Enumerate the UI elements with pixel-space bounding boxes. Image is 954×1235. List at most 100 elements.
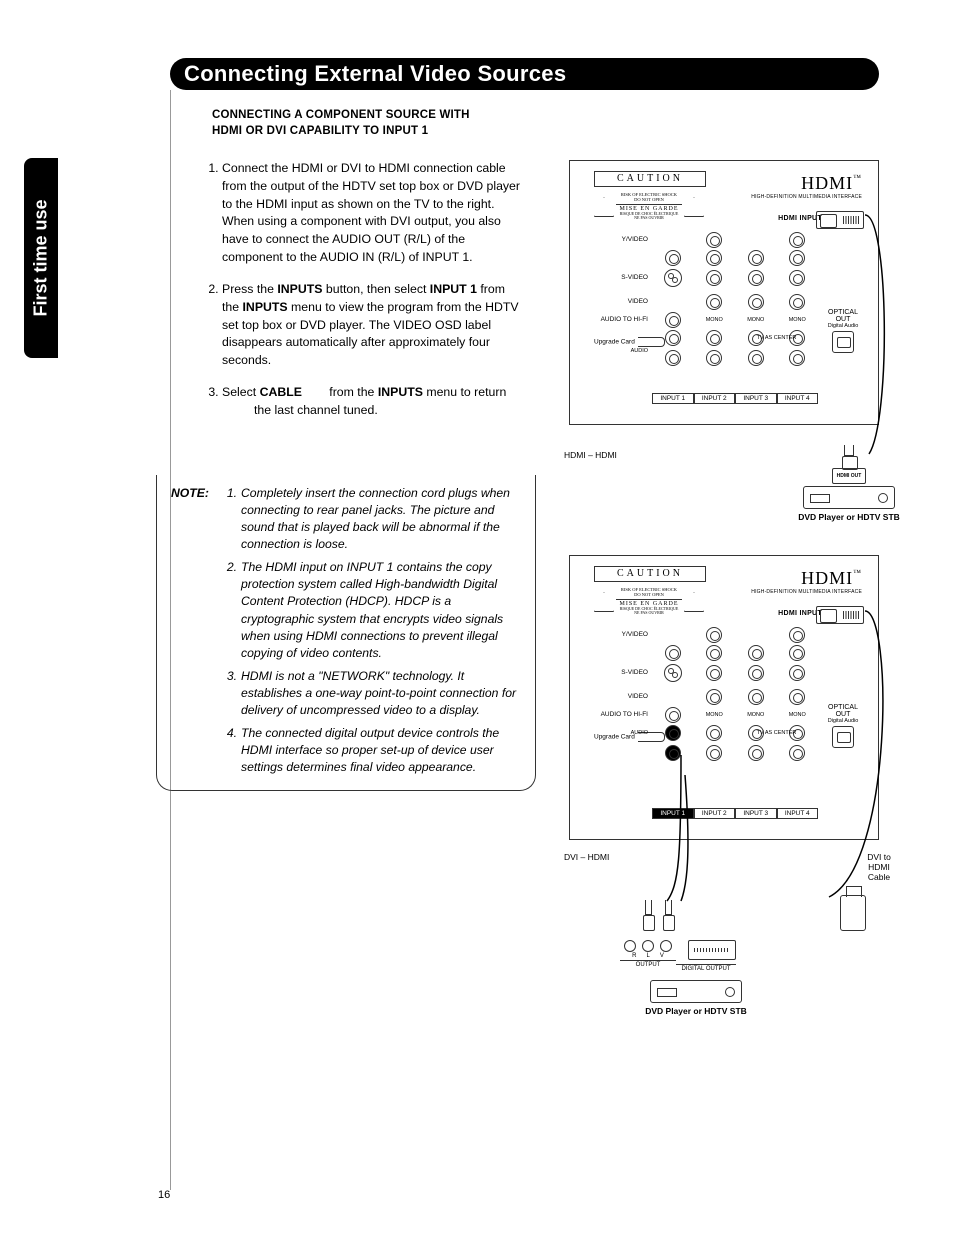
jack-icon	[748, 294, 764, 310]
jack-icon	[665, 645, 681, 661]
row-label: AUDIO TO HI-FI	[601, 316, 652, 323]
jack-icon	[789, 270, 805, 286]
jack-icon	[706, 250, 722, 266]
warning-row: RISK OF ELECTRIC SHOCK DO NOT OPEN MISE …	[594, 582, 704, 622]
optical-out: OPTICAL OUT Digital Audio	[822, 704, 864, 748]
step-text: the last channel tuned.	[222, 402, 520, 420]
rca-r-label: R	[632, 953, 636, 959]
dvd-player-icon	[650, 980, 742, 1003]
mono-label: MONO	[694, 712, 736, 718]
jack-icon	[665, 725, 681, 741]
dvi-plug	[840, 895, 866, 931]
step-text: from the	[326, 385, 378, 399]
mono-label: MONO	[735, 317, 777, 323]
upgrade-card-label: Upgrade Card	[594, 734, 635, 741]
step-text: Press the	[222, 282, 277, 296]
hdmi-out-port: HDMI OUT	[832, 468, 866, 484]
jack-icon	[706, 350, 722, 366]
note-text: The HDMI input on INPUT 1 contains the c…	[241, 553, 521, 661]
step-bold: CABLE	[260, 385, 302, 399]
warn-line: DO NOT OPEN	[616, 593, 682, 598]
step-text: menu to return	[423, 385, 506, 399]
device-label: DVD Player or HDTV STB	[794, 512, 904, 522]
optical-port-icon	[832, 726, 854, 748]
step-text: button, then select	[322, 282, 429, 296]
step-text: Select	[222, 385, 260, 399]
jack-icon	[789, 250, 805, 266]
hdmi-logo-text: HDMI	[801, 173, 853, 193]
jack-grid: Y/VIDEO S-VIDEO VIDEO AU	[652, 231, 818, 406]
rca-jack-icon	[624, 940, 636, 952]
optical-out: OPTICAL OUT Digital Audio	[822, 309, 864, 353]
page-title-bar: Connecting External Video Sources	[170, 58, 879, 90]
jack-icon	[706, 645, 722, 661]
note-box: NOTE: 1. Completely insert the connectio…	[156, 475, 536, 791]
rca-v-label: V	[660, 953, 664, 959]
input-col-label: INPUT 3	[735, 393, 777, 404]
shock-triangle-icon	[594, 197, 614, 217]
note-text: Completely insert the connection cord pl…	[241, 485, 521, 553]
jack-icon	[789, 350, 805, 366]
input-column-labels: INPUT 1 INPUT 2 INPUT 3 INPUT 4	[652, 808, 818, 819]
optical-out-label: OPTICAL OUT	[822, 309, 864, 323]
jack-icon	[748, 250, 764, 266]
hdmi-port-icon	[816, 606, 864, 624]
device-top: HDMI OUT DVD Player or HDTV STB	[794, 445, 904, 522]
jack-icon	[665, 745, 681, 761]
connection-type-label: DVI – HDMI	[564, 852, 609, 862]
note-text: The connected digital output device cont…	[241, 719, 521, 776]
step-bold: INPUTS	[243, 300, 288, 314]
note-number: 2.	[223, 553, 237, 661]
warn-line: NE PAS OUVRIR	[616, 611, 682, 615]
hdmi-logo: HDMI™	[801, 173, 862, 194]
exclaim-triangle-icon	[684, 197, 704, 217]
input-col-label: INPUT 1	[652, 393, 694, 404]
input-col-label: INPUT 2	[694, 393, 736, 404]
step-1: Connect the HDMI or DVI to HDMI connecti…	[222, 160, 520, 267]
jack-icon	[789, 725, 805, 741]
jack-icon	[665, 707, 681, 723]
jack-icon	[789, 330, 805, 346]
optical-port-icon	[832, 331, 854, 353]
jack-icon	[789, 627, 805, 643]
note-text: HDMI is not a "NETWORK" technology. It e…	[241, 662, 521, 719]
cable-label-text: DVI to HDMI Cable	[859, 852, 899, 883]
jack-icon	[706, 627, 722, 643]
warn-line: DO NOT OPEN	[616, 198, 682, 203]
page-number: 16	[158, 1189, 170, 1201]
upgrade-card-label: Upgrade Card	[594, 339, 635, 346]
rca-l-label: L	[646, 953, 649, 959]
row-label: AUDIO	[631, 348, 652, 354]
jack-icon	[789, 689, 805, 705]
jack-icon	[665, 330, 681, 346]
svideo-jack-icon	[664, 664, 682, 682]
section-tab-label: First time use	[31, 199, 52, 316]
step-bold: INPUTS	[277, 282, 322, 296]
caution-label: CAUTION	[594, 566, 706, 582]
rca-jack-icon	[642, 940, 654, 952]
hdmi-port-icon	[816, 211, 864, 229]
sub-heading: CONNECTING A COMPONENT SOURCE WITH HDMI …	[212, 108, 470, 139]
input-col-label: INPUT 4	[777, 808, 819, 819]
jack-icon	[789, 232, 805, 248]
rca-output-label: OUTPUT	[620, 960, 676, 968]
note-label: NOTE:	[171, 486, 209, 500]
jack-grid: Y/VIDEO S-VIDEO VIDEO AU	[652, 626, 818, 821]
input-col-label: INPUT 4	[777, 393, 819, 404]
hdmi-logo-sub: HIGH-DEFINITION MULTIMEDIA INTERFACE	[751, 194, 862, 200]
jack-icon	[665, 312, 681, 328]
jack-icon	[706, 725, 722, 741]
exclaim-triangle-icon	[684, 592, 704, 612]
mono-label: MONO	[694, 317, 736, 323]
mono-label: MONO	[735, 712, 777, 718]
sub-heading-line: CONNECTING A COMPONENT SOURCE WITH	[212, 108, 470, 124]
shock-triangle-icon	[594, 592, 614, 612]
note-number: 3.	[223, 662, 237, 719]
warn-line: NE PAS OUVRIR	[616, 216, 682, 220]
step-2: Press the INPUTS button, then select INP…	[222, 281, 520, 370]
device-rca-block: RLV OUTPUT DIGITAL OUTPUT	[620, 940, 740, 972]
input-col-label: INPUT 3	[735, 808, 777, 819]
svideo-jack-icon	[664, 269, 682, 287]
jack-icon	[706, 665, 722, 681]
hdmi-logo-sub: HIGH-DEFINITION MULTIMEDIA INTERFACE	[751, 589, 862, 595]
